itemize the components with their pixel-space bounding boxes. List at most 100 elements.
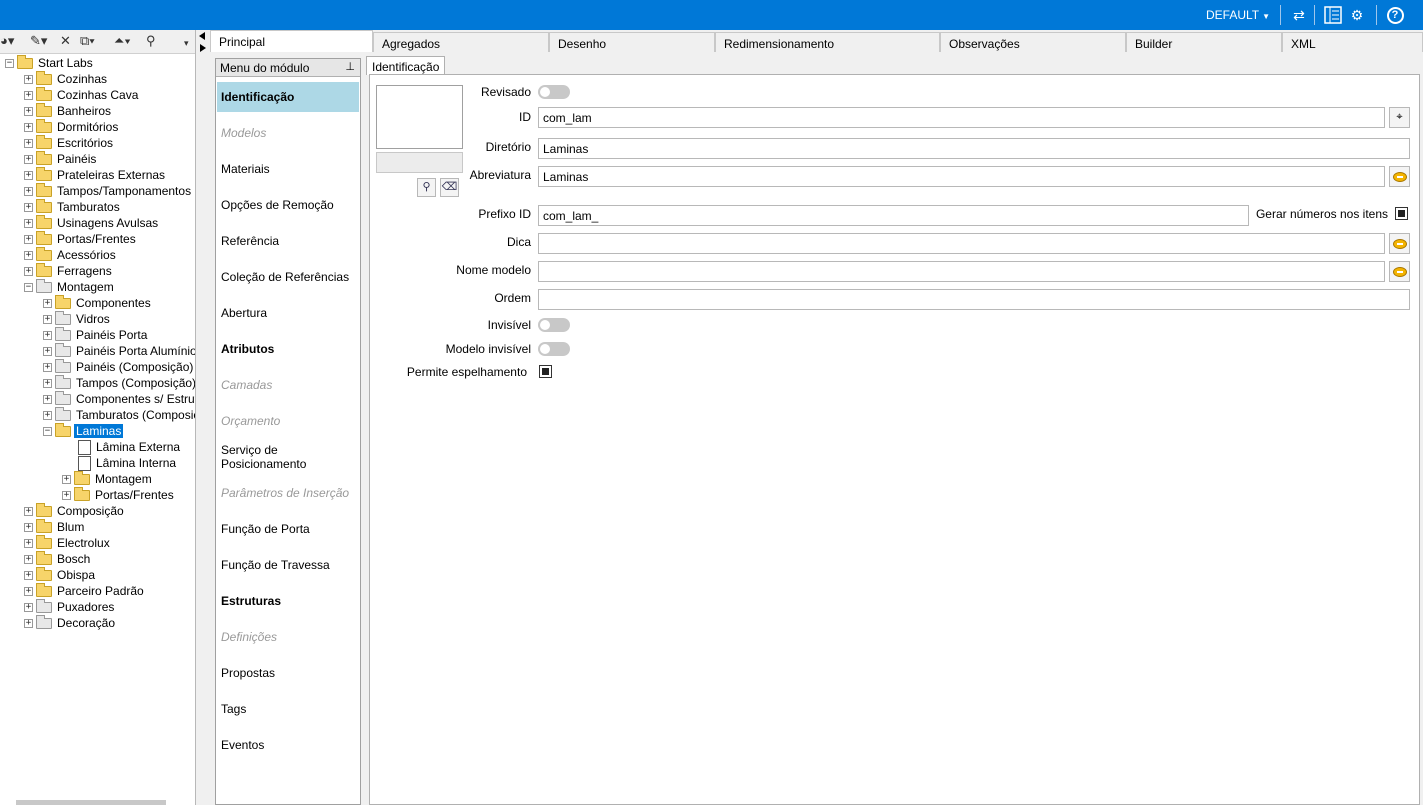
tree-item[interactable]: + Tamburatos	[24, 198, 122, 215]
move-up-icon[interactable]: ⏶▾	[114, 33, 131, 49]
tab-redimensionamento[interactable]: Redimensionamento	[715, 32, 940, 52]
dica-translate-button[interactable]	[1389, 233, 1410, 254]
menu-item-funcao-porta[interactable]: Função de Porta	[217, 514, 359, 544]
menu-item-eventos[interactable]: Eventos	[217, 730, 359, 760]
tree-item[interactable]: + Portas/Frentes	[24, 230, 138, 247]
tree-item[interactable]: − Montagem	[24, 278, 116, 295]
tree-item[interactable]: + Portas/Frentes	[62, 486, 176, 503]
tree-item[interactable]: + Painéis (Composição)	[43, 358, 195, 375]
collapse-arrows-icon[interactable]	[196, 30, 210, 56]
overflow-icon[interactable]: ▾	[184, 38, 189, 49]
tree-item[interactable]: + Obispa	[24, 566, 97, 583]
tree-leaf[interactable]: Lâmina Interna	[76, 455, 178, 471]
tree-root[interactable]: − Start Labs	[5, 55, 95, 71]
dica-input[interactable]	[538, 233, 1385, 254]
menu-item-servico-posicionamento[interactable]: Serviço de Posicionamento	[217, 442, 359, 472]
tab-identificacao[interactable]: Identificação	[366, 56, 446, 75]
nome-modelo-translate-button[interactable]	[1389, 261, 1410, 282]
id-input[interactable]	[538, 107, 1385, 128]
tree-item[interactable]: + Painéis Porta Alumínio	[43, 342, 195, 359]
gerar-numeros-checkbox[interactable]	[1395, 207, 1408, 220]
menu-item-opcoes-remocao[interactable]: Opções de Remoção	[217, 190, 359, 220]
sync-icon[interactable]: ⇄	[1290, 6, 1308, 24]
copy-icon[interactable]: ⧉▾	[80, 33, 95, 49]
tree-item[interactable]: + Usinagens Avulsas	[24, 214, 160, 231]
tree-view[interactable]: − Start Labs + Cozinhas + Cozinhas Cava + Ba…	[0, 55, 195, 795]
tree-item[interactable]: + Painéis	[24, 150, 98, 167]
tree-item[interactable]: + Decoração	[24, 614, 117, 631]
tree-item-selected[interactable]: − Laminas	[43, 422, 124, 439]
menu-item-tags[interactable]: Tags	[217, 694, 359, 724]
pane-splitter[interactable]	[196, 30, 210, 805]
ordem-input[interactable]	[538, 289, 1410, 310]
id-picker-button[interactable]: ⌖	[1389, 107, 1410, 128]
tree-leaf[interactable]: Lâmina Externa	[76, 439, 182, 455]
tree-item[interactable]: + Puxadores	[24, 598, 116, 615]
menu-item-atributos[interactable]: Atributos	[217, 334, 359, 364]
tree-item[interactable]: + Componentes s/ Estrutu	[43, 390, 195, 407]
module-menu: Menu do módulo ⊥ Identificação Modelos Ma…	[215, 58, 361, 805]
layout-icon[interactable]	[1324, 6, 1342, 24]
tab-observacoes[interactable]: Observações	[940, 32, 1126, 52]
permite-espelhamento-checkbox[interactable]	[539, 365, 552, 378]
tab-principal[interactable]: Principal	[210, 30, 373, 52]
delete-icon[interactable]: ✕	[60, 33, 71, 49]
tree-item[interactable]: + Bosch	[24, 550, 92, 567]
ordem-label: Ordem	[494, 291, 531, 305]
divider	[1376, 5, 1377, 25]
tree-item[interactable]: + Montagem	[62, 470, 154, 487]
tree-item[interactable]: + Ferragens	[24, 262, 114, 279]
abreviatura-translate-button[interactable]	[1389, 166, 1410, 187]
tree-item[interactable]: + Composição	[24, 502, 126, 519]
menu-item-referencia[interactable]: Referência	[217, 226, 359, 256]
new-item-icon[interactable]: ✎▾	[30, 33, 47, 49]
tree-item[interactable]: + Tampos/Tamponamentos	[24, 182, 193, 199]
tree-item[interactable]: + Prateleiras Externas	[24, 166, 167, 183]
invisivel-toggle[interactable]	[538, 318, 570, 332]
abreviatura-input[interactable]	[538, 166, 1385, 187]
diretorio-input[interactable]	[538, 138, 1410, 159]
tree-item[interactable]: + Tampos (Composição)	[43, 374, 195, 391]
search-binoculars-icon[interactable]: ⚲	[146, 33, 156, 49]
speech-bubble-icon	[1392, 266, 1407, 277]
nome-modelo-input[interactable]	[538, 261, 1385, 282]
abreviatura-label: Abreviatura	[469, 168, 531, 182]
menu-item-camadas: Camadas	[221, 378, 273, 392]
pin-icon[interactable]: ⊥	[345, 60, 355, 73]
tab-desenho[interactable]: Desenho	[549, 32, 715, 52]
tree-item[interactable]: + Cozinhas Cava	[24, 86, 140, 103]
tree-item[interactable]: + Acessórios	[24, 246, 118, 263]
menu-item-materiais[interactable]: Materiais	[217, 154, 359, 184]
settings-icon[interactable]: ⚙	[1348, 6, 1366, 24]
tree-item[interactable]: + Escritórios	[24, 134, 115, 151]
menu-item-propostas[interactable]: Propostas	[217, 658, 359, 688]
speech-bubble-icon	[1392, 171, 1407, 182]
tab-agregados[interactable]: Agregados	[373, 32, 549, 52]
tree-item[interactable]: + Vidros	[43, 310, 112, 327]
tab-xml[interactable]: XML	[1282, 32, 1423, 52]
tree-item[interactable]: + Painéis Porta	[43, 326, 149, 343]
menu-item-funcao-travessa[interactable]: Função de Travessa	[217, 550, 359, 580]
horizontal-scrollbar[interactable]	[16, 800, 166, 805]
tree-item[interactable]: + Componentes	[43, 294, 153, 311]
prefixo-id-input[interactable]	[538, 205, 1249, 226]
revisado-label: Revisado	[480, 85, 531, 99]
tree-item[interactable]: + Electrolux	[24, 534, 112, 551]
tree-item[interactable]: + Cozinhas	[24, 70, 109, 87]
profile-dropdown[interactable]: DEFAULT ▼	[1206, 8, 1270, 22]
modelo-invisivel-toggle[interactable]	[538, 342, 570, 356]
binoculars-icon[interactable]: ⚲	[417, 178, 436, 197]
menu-item-estruturas[interactable]: Estruturas	[217, 586, 359, 616]
tab-builder[interactable]: Builder	[1126, 32, 1282, 52]
menu-item-colecao-referencias[interactable]: Coleção de Referências	[217, 262, 359, 292]
menu-item-identificacao[interactable]: Identificação	[217, 82, 359, 112]
tree-item[interactable]: + Parceiro Padrão	[24, 582, 146, 599]
tree-item[interactable]: + Banheiros	[24, 102, 113, 119]
help-icon[interactable]: ?	[1386, 6, 1404, 24]
tree-item[interactable]: + Blum	[24, 518, 86, 535]
tree-item[interactable]: + Dormitórios	[24, 118, 120, 135]
menu-item-abertura[interactable]: Abertura	[217, 298, 359, 328]
revisado-toggle[interactable]	[538, 85, 570, 99]
tree-item[interactable]: + Tamburatos (Composiç	[43, 406, 195, 423]
globe-icon[interactable]: ◕▾	[0, 33, 14, 49]
